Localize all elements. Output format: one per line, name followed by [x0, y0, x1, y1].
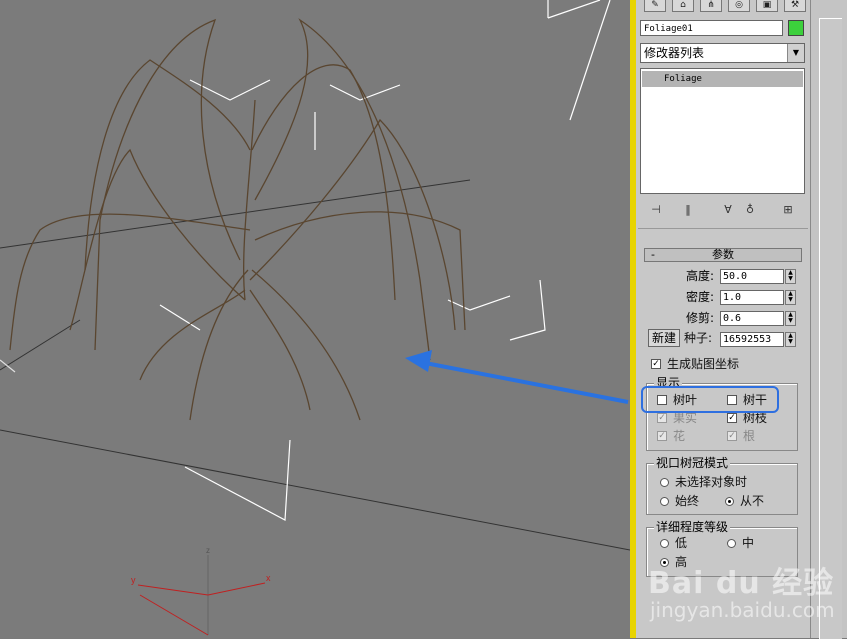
- density-spinner-arrows[interactable]: ▲ ▼: [785, 290, 796, 305]
- seed-label: 种子:: [684, 331, 713, 345]
- prune-label: 修剪:: [685, 311, 714, 325]
- canopy-when-unselected-radio[interactable]: [660, 478, 669, 487]
- rollout-title: 参数: [712, 248, 734, 261]
- detail-medium-label: 中: [742, 536, 755, 550]
- panel-scrollbar-area: [810, 0, 847, 639]
- roots-checkbox[interactable]: ✓: [727, 431, 737, 441]
- height-spinner-arrows[interactable]: ▲ ▼: [785, 269, 796, 284]
- canopy-mode-group: [646, 463, 798, 515]
- modifier-list-dropdown[interactable]: 修改器列表 ▼: [640, 43, 805, 63]
- callout-highlight-box: [641, 386, 779, 413]
- axis-z-label: z: [206, 546, 210, 555]
- perspective-viewport[interactable]: y x z: [0, 0, 630, 638]
- pin-stack-icon[interactable]: ⊣: [646, 200, 666, 220]
- baidu-watermark-url: jingyan.baidu.com: [650, 598, 835, 622]
- show-end-result-icon[interactable]: ‖: [678, 200, 698, 220]
- baidu-watermark-logo: Bai du 经验: [648, 566, 835, 601]
- create-icon: ✎: [651, 0, 659, 10]
- selection-bracket-box: [159, 0, 611, 521]
- command-panel: ✎ ⌂ ⋔ ◎ ▣ ⚒ Foliage01 修改器列表 ▼ Foliage ⊣ …: [636, 0, 810, 638]
- command-panel-tabs: ✎ ⌂ ⋔ ◎ ▣ ⚒: [640, 0, 806, 12]
- modifier-list-label: 修改器列表: [644, 46, 705, 60]
- tab-create[interactable]: ✎: [644, 0, 666, 12]
- density-spinner-input[interactable]: 1.0: [720, 290, 784, 305]
- branches-label: 树枝: [743, 411, 768, 425]
- axis-tripod: y x z: [131, 546, 271, 636]
- density-label: 密度:: [685, 290, 714, 304]
- canopy-mode-title: 视口树冠模式: [654, 456, 731, 470]
- gen-mapping-checkbox[interactable]: ✓: [651, 359, 661, 369]
- gen-mapping-label: 生成贴图坐标: [667, 357, 740, 371]
- ground-grid: [0, 179, 630, 551]
- prune-spinner-arrows[interactable]: ▲ ▼: [785, 311, 796, 326]
- prune-spinner-input[interactable]: 0.6: [720, 311, 784, 326]
- fruit-checkbox[interactable]: ✓: [657, 413, 667, 423]
- flowers-label: 花: [673, 429, 686, 443]
- viewport-scene: y x z: [0, 0, 630, 636]
- remove-modifier-icon[interactable]: ♁: [740, 200, 760, 220]
- new-seed-button[interactable]: 新建: [648, 329, 680, 347]
- panel-separator: [638, 228, 808, 229]
- detail-low-radio[interactable]: [660, 539, 669, 548]
- willow-tree: [9, 18, 466, 421]
- callout-arrow: [405, 350, 629, 404]
- modify-icon: ⌂: [680, 0, 686, 10]
- tab-modify[interactable]: ⌂: [672, 0, 694, 12]
- display-icon: ▣: [762, 0, 772, 10]
- tab-utilities[interactable]: ⚒: [784, 0, 806, 12]
- detail-level-title: 详细程度等级: [654, 520, 731, 534]
- height-spinner-input[interactable]: 50.0: [720, 269, 784, 284]
- canopy-never-label: 从不: [740, 494, 765, 508]
- tab-display[interactable]: ▣: [756, 0, 778, 12]
- tab-motion[interactable]: ◎: [728, 0, 750, 12]
- chevron-down-icon[interactable]: ▼: [787, 44, 804, 62]
- configure-sets-icon[interactable]: ⊞: [778, 200, 798, 220]
- canopy-always-label: 始终: [675, 494, 700, 508]
- stack-toolbar: ⊣ ‖ ∀ ♁ ⊞: [640, 200, 805, 222]
- branches-checkbox[interactable]: ✓: [727, 413, 737, 423]
- canopy-always-radio[interactable]: [660, 497, 669, 506]
- object-color-swatch[interactable]: [788, 20, 804, 36]
- flowers-checkbox[interactable]: ✓: [657, 431, 667, 441]
- detail-medium-radio[interactable]: [727, 539, 736, 548]
- detail-low-label: 低: [675, 536, 688, 550]
- canopy-when-unselected-label: 未选择对象时: [675, 475, 748, 489]
- roots-label: 根: [743, 429, 756, 443]
- stack-item-foliage[interactable]: Foliage: [642, 71, 803, 87]
- motion-icon: ◎: [735, 0, 743, 10]
- seed-spinner-input[interactable]: 16592553: [720, 332, 784, 347]
- height-label: 高度:: [685, 269, 714, 283]
- axis-y-label: y: [131, 575, 136, 585]
- seed-spinner-arrows[interactable]: ▲ ▼: [785, 332, 796, 347]
- modifier-stack[interactable]: Foliage: [640, 68, 805, 194]
- panel-scrollbar[interactable]: [819, 18, 842, 639]
- parameters-rollout-header[interactable]: - 参数: [644, 248, 802, 262]
- make-unique-icon[interactable]: ∀: [718, 200, 738, 220]
- fruit-label: 果实: [673, 411, 698, 425]
- hierarchy-icon: ⋔: [707, 0, 715, 10]
- object-name-input[interactable]: Foliage01: [640, 20, 783, 36]
- canopy-never-radio[interactable]: [725, 497, 734, 506]
- utilities-icon: ⚒: [790, 0, 800, 10]
- axis-x-label: x: [266, 573, 271, 583]
- tab-hierarchy[interactable]: ⋔: [700, 0, 722, 12]
